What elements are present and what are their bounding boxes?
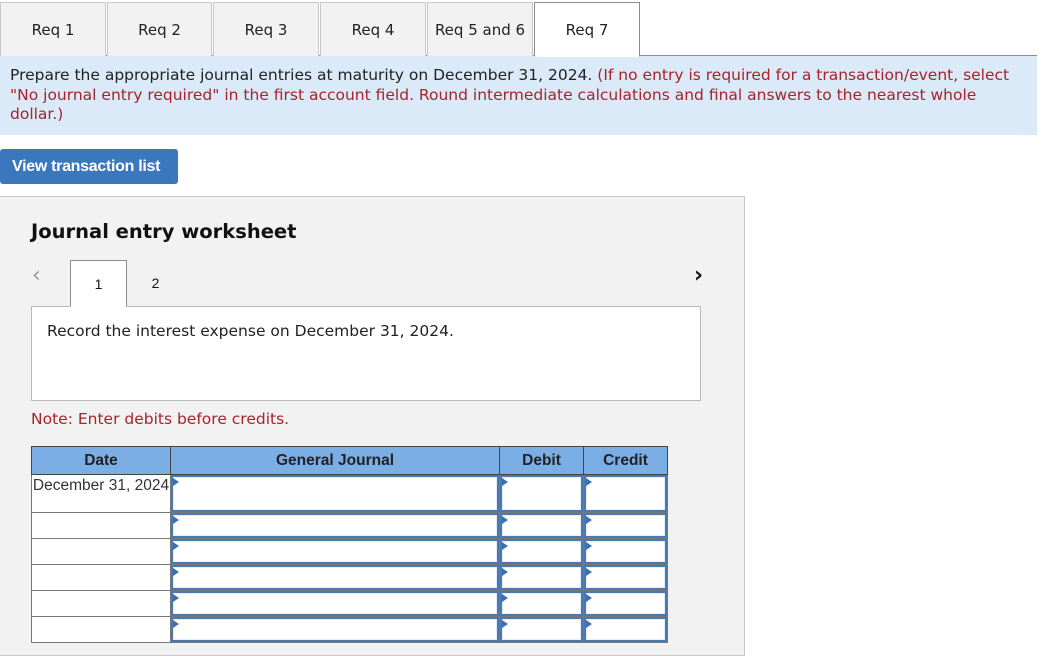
input-marker-icon[interactable] (502, 515, 581, 536)
tab-req-5-and-6[interactable]: Req 5 and 6 (427, 2, 533, 56)
entry-description: Record the interest expense on December … (31, 306, 701, 401)
tab-req-4[interactable]: Req 4 (320, 2, 426, 56)
debit-input[interactable] (499, 564, 584, 591)
instruction-banner: Prepare the appropriate journal entries … (0, 56, 1037, 135)
tab-req-7[interactable]: Req 7 (534, 2, 640, 57)
chevron-left-icon[interactable]: ‹ (32, 263, 41, 288)
debit-input[interactable] (499, 512, 584, 539)
credit-input[interactable] (583, 616, 668, 643)
worksheet-page-2[interactable]: 2 (127, 260, 184, 306)
table-row (31, 564, 668, 591)
dropdown-indicator-icon[interactable] (173, 515, 497, 536)
input-marker-icon[interactable] (502, 567, 581, 588)
requirement-tabs: Req 1 Req 2 Req 3 Req 4 Req 5 and 6 Req … (0, 0, 1037, 57)
account-input[interactable] (170, 564, 500, 591)
input-marker-icon[interactable] (502, 541, 581, 562)
credit-input[interactable] (583, 564, 668, 591)
header-date: Date (31, 446, 171, 475)
account-input[interactable] (170, 474, 500, 513)
input-marker-icon[interactable] (586, 477, 665, 510)
dropdown-indicator-icon[interactable] (173, 541, 497, 562)
credit-input[interactable] (583, 474, 668, 513)
instruction-text: Prepare the appropriate journal entries … (10, 66, 593, 84)
journal-entry-worksheet: Journal entry worksheet ‹ 1 2 › Record t… (0, 196, 745, 656)
dropdown-indicator-icon[interactable] (173, 477, 497, 510)
table-row (31, 512, 668, 539)
credit-input[interactable] (583, 538, 668, 565)
input-marker-icon[interactable] (502, 593, 581, 614)
date-cell (31, 538, 171, 565)
account-input[interactable] (170, 538, 500, 565)
tab-req-2[interactable]: Req 2 (107, 2, 212, 56)
debit-input[interactable] (499, 538, 584, 565)
input-marker-icon[interactable] (586, 541, 665, 562)
table-row (31, 590, 668, 617)
input-marker-icon[interactable] (586, 515, 665, 536)
account-input[interactable] (170, 590, 500, 617)
header-general-journal: General Journal (170, 446, 500, 475)
chevron-right-icon[interactable]: › (694, 263, 703, 288)
table-row (31, 616, 668, 643)
tab-req-3[interactable]: Req 3 (213, 2, 319, 56)
header-credit: Credit (583, 446, 668, 475)
input-marker-icon[interactable] (586, 619, 665, 640)
dropdown-indicator-icon[interactable] (173, 567, 497, 588)
account-input[interactable] (170, 616, 500, 643)
date-cell: December 31, 2024 (31, 474, 171, 513)
table-row (31, 538, 668, 565)
date-cell (31, 512, 171, 539)
debit-input[interactable] (499, 590, 584, 617)
debits-credits-note: Note: Enter debits before credits. (31, 410, 290, 428)
input-marker-icon[interactable] (502, 619, 581, 640)
table-row: December 31, 2024 (31, 474, 668, 513)
view-transaction-list-button[interactable]: View transaction list (0, 149, 178, 184)
journal-table: Date General Journal Debit Credit Decemb… (31, 446, 668, 643)
credit-input[interactable] (583, 590, 668, 617)
date-cell (31, 616, 171, 643)
input-marker-icon[interactable] (586, 567, 665, 588)
dropdown-indicator-icon[interactable] (173, 619, 497, 640)
debit-input[interactable] (499, 616, 584, 643)
credit-input[interactable] (583, 512, 668, 539)
worksheet-page-1[interactable]: 1 (70, 260, 127, 307)
date-cell (31, 590, 171, 617)
header-debit: Debit (499, 446, 584, 475)
account-input[interactable] (170, 512, 500, 539)
debit-input[interactable] (499, 474, 584, 513)
input-marker-icon[interactable] (586, 593, 665, 614)
worksheet-title: Journal entry worksheet (31, 220, 297, 243)
entry-description-text: Record the interest expense on December … (47, 322, 454, 340)
tab-req-1[interactable]: Req 1 (0, 2, 106, 56)
date-cell (31, 564, 171, 591)
dropdown-indicator-icon[interactable] (173, 593, 497, 614)
input-marker-icon[interactable] (502, 477, 581, 510)
